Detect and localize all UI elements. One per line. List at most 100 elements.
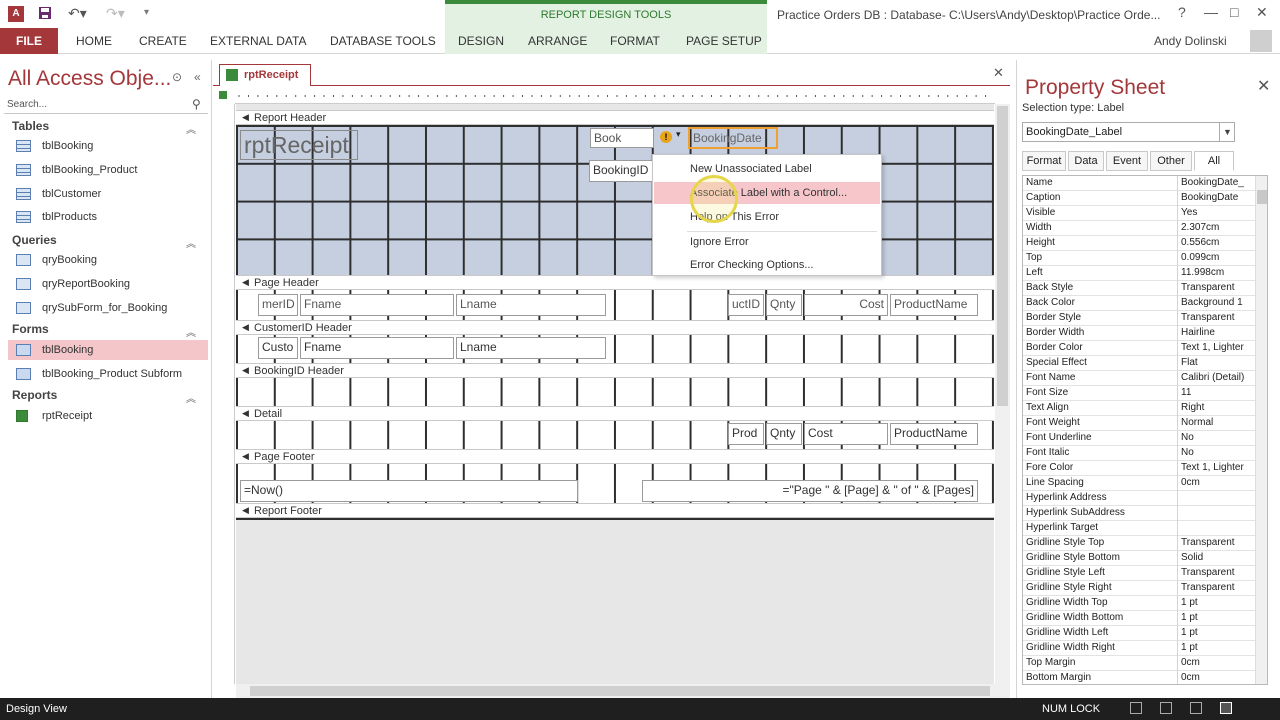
property-row[interactable]: Gridline Style Top Transparent: [1023, 536, 1255, 551]
section-detail[interactable]: ◀ Detail: [236, 406, 994, 421]
property-value[interactable]: Transparent: [1181, 537, 1255, 548]
property-value[interactable]: 2.307cm: [1181, 222, 1255, 233]
scroll-thumb[interactable]: [997, 106, 1008, 406]
ph-productname-label[interactable]: ProductName: [890, 294, 978, 316]
undo-icon[interactable]: ↶▾: [68, 6, 92, 22]
design-view-icon[interactable]: [1220, 702, 1232, 714]
property-row[interactable]: Caption BookingDate: [1023, 191, 1255, 206]
restore-button[interactable]: □: [1230, 4, 1238, 20]
nav-item-tblcustomer[interactable]: tblCustomer: [8, 184, 208, 204]
collapse-pane-icon[interactable]: «: [194, 70, 201, 84]
tab-event-props[interactable]: Event: [1106, 151, 1148, 171]
nav-item-tblbooking[interactable]: tblBooking: [8, 136, 208, 156]
ph-cost-label[interactable]: Cost: [804, 294, 888, 316]
group-tables[interactable]: Tables: [12, 119, 49, 133]
report-view-icon[interactable]: [1130, 702, 1142, 714]
chevron-up-icon[interactable]: ︽: [186, 324, 196, 339]
property-row[interactable]: Text Align Right: [1023, 401, 1255, 416]
nav-item-form-subform[interactable]: tblBooking_Product Subform: [8, 364, 208, 384]
tab-database-tools[interactable]: DATABASE TOOLS: [330, 34, 436, 48]
property-value[interactable]: No: [1181, 432, 1255, 443]
menu-error-checking-options[interactable]: Error Checking Options...: [654, 254, 880, 276]
property-row[interactable]: Back Color Background 1: [1023, 296, 1255, 311]
property-row[interactable]: Font Name Calibri (Detail): [1023, 371, 1255, 386]
property-value[interactable]: BookingDate: [1181, 192, 1255, 203]
property-row[interactable]: Gridline Style Bottom Solid: [1023, 551, 1255, 566]
property-value[interactable]: Transparent: [1181, 282, 1255, 293]
property-value[interactable]: Calibri (Detail): [1181, 372, 1255, 383]
nav-item-form-tblbooking[interactable]: tblBooking: [8, 340, 208, 360]
property-row[interactable]: Border Color Text 1, Lighter: [1023, 341, 1255, 356]
property-row[interactable]: Gridline Width Left 1 pt: [1023, 626, 1255, 641]
property-value[interactable]: 0.099cm: [1181, 252, 1255, 263]
pf-now-textbox[interactable]: =Now(): [240, 480, 578, 502]
property-row[interactable]: Gridline Width Right 1 pt: [1023, 641, 1255, 656]
ph-product-label[interactable]: uctID: [728, 294, 764, 316]
ph-lname-label[interactable]: Lname: [456, 294, 606, 316]
d-prod-textbox[interactable]: Prod: [728, 423, 764, 445]
chevron-up-icon[interactable]: ︽: [186, 390, 196, 405]
property-value[interactable]: Transparent: [1181, 567, 1255, 578]
layout-view-icon[interactable]: [1190, 702, 1202, 714]
property-row[interactable]: Hyperlink SubAddress: [1023, 506, 1255, 521]
property-row[interactable]: Visible Yes: [1023, 206, 1255, 221]
chevron-up-icon[interactable]: ︽: [186, 121, 196, 136]
property-value[interactable]: 1 pt: [1181, 597, 1255, 608]
error-dropdown-icon[interactable]: ▾: [676, 129, 681, 140]
vertical-scrollbar[interactable]: [995, 104, 1010, 684]
tab-all-props[interactable]: All: [1194, 151, 1234, 171]
tab-format-props[interactable]: Format: [1022, 151, 1066, 171]
property-value[interactable]: 1 pt: [1181, 627, 1255, 638]
customize-toolbar-icon[interactable]: ▾: [144, 6, 154, 22]
tab-arrange[interactable]: ARRANGE: [528, 34, 587, 48]
property-row[interactable]: Special Effect Flat: [1023, 356, 1255, 371]
menu-help-on-error[interactable]: Help on This Error: [654, 206, 880, 228]
error-indicator-icon[interactable]: !: [660, 131, 672, 143]
property-value[interactable]: Solid: [1181, 552, 1255, 563]
user-name[interactable]: Andy Dolinski: [1154, 34, 1227, 48]
close-icon[interactable]: ✕: [1257, 76, 1270, 96]
property-row[interactable]: Width 2.307cm: [1023, 221, 1255, 236]
tab-file[interactable]: FILE: [0, 28, 58, 54]
close-button[interactable]: ✕: [1256, 4, 1268, 21]
nav-item-qryreportbooking[interactable]: qryReportBooking: [8, 274, 208, 294]
property-value[interactable]: 0cm: [1181, 657, 1255, 668]
property-row[interactable]: Border Width Hairline: [1023, 326, 1255, 341]
ch-fname-textbox[interactable]: Fname: [300, 337, 454, 359]
property-row[interactable]: Font Weight Normal: [1023, 416, 1255, 431]
property-value[interactable]: No: [1181, 447, 1255, 458]
booking-header-body[interactable]: [236, 378, 994, 406]
nav-pane-title[interactable]: All Access Obje...: [8, 67, 171, 91]
property-value[interactable]: Hairline: [1181, 327, 1255, 338]
property-row[interactable]: Border Style Transparent: [1023, 311, 1255, 326]
nav-item-qrybooking[interactable]: qryBooking: [8, 250, 208, 270]
tab-design[interactable]: DESIGN: [458, 34, 504, 48]
menu-associate-label[interactable]: Associate Label with a Control...: [654, 182, 880, 204]
group-queries[interactable]: Queries: [12, 233, 57, 247]
d-qnty-textbox[interactable]: Qnty: [766, 423, 802, 445]
ph-fname-label[interactable]: Fname: [300, 294, 454, 316]
ch-lname-textbox[interactable]: Lname: [456, 337, 606, 359]
tab-external-data[interactable]: EXTERNAL DATA: [210, 34, 306, 48]
d-productname-textbox[interactable]: ProductName: [890, 423, 978, 445]
section-report-footer[interactable]: ◀ Report Footer: [236, 503, 994, 518]
nav-menu-icon[interactable]: ⊙: [172, 70, 182, 84]
avatar[interactable]: [1250, 30, 1272, 52]
report-title-label[interactable]: rptReceipt: [240, 130, 358, 160]
select-report-box[interactable]: [213, 88, 235, 104]
tab-format[interactable]: FORMAT: [610, 34, 660, 48]
property-row[interactable]: Line Spacing 0cm: [1023, 476, 1255, 491]
group-forms[interactable]: Forms: [12, 322, 49, 336]
print-preview-icon[interactable]: [1160, 702, 1172, 714]
redo-icon[interactable]: ↷▾: [106, 6, 130, 22]
tab-other-props[interactable]: Other: [1150, 151, 1192, 171]
pf-pages-textbox[interactable]: ="Page " & [Page] & " of " & [Pages]: [642, 480, 978, 502]
property-value[interactable]: 0cm: [1181, 477, 1255, 488]
minimize-button[interactable]: —: [1204, 4, 1218, 20]
property-row[interactable]: Back Style Transparent: [1023, 281, 1255, 296]
book-label[interactable]: Book: [590, 128, 654, 148]
booking-id-textbox[interactable]: BookingID: [589, 160, 657, 182]
property-value[interactable]: 0cm: [1181, 672, 1255, 683]
property-row[interactable]: Fore Color Text 1, Lighter: [1023, 461, 1255, 476]
property-value[interactable]: 1 pt: [1181, 642, 1255, 653]
